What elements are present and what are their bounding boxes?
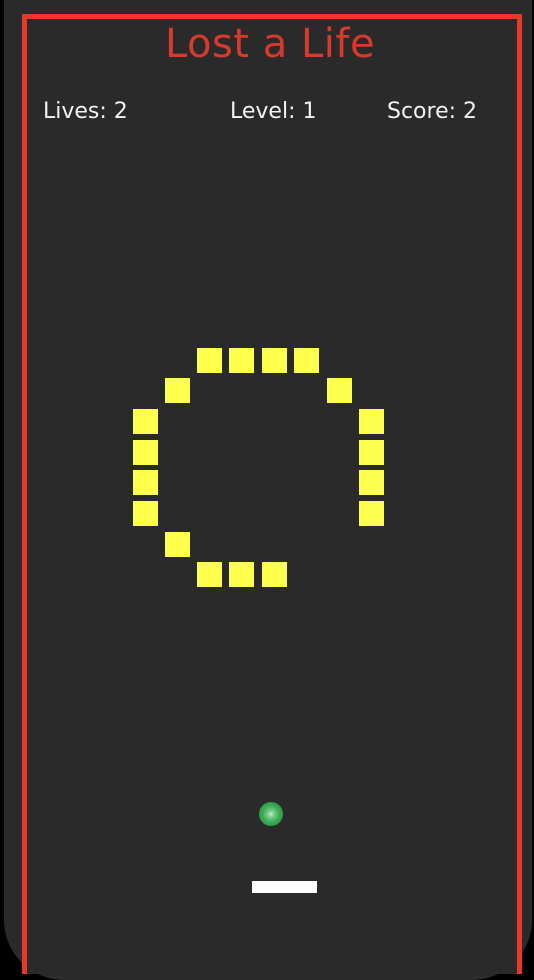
brick <box>165 532 190 557</box>
lives-counter: Lives: 2 <box>43 99 128 124</box>
brick <box>359 409 384 434</box>
device-frame: Lost a Life Lives: 2 Level: 1 Score: 2 <box>0 0 534 980</box>
brick <box>359 440 384 465</box>
brick <box>327 378 352 403</box>
game-field[interactable] <box>22 14 522 974</box>
brick <box>197 348 222 373</box>
level-indicator: Level: 1 <box>230 99 317 124</box>
ball <box>259 802 283 826</box>
brick <box>133 440 158 465</box>
brick <box>133 501 158 526</box>
brick <box>229 348 254 373</box>
status-message: Lost a Life <box>164 21 376 67</box>
paddle[interactable] <box>252 881 317 893</box>
brick <box>262 348 287 373</box>
brick <box>262 562 287 587</box>
brick <box>165 378 190 403</box>
brick <box>133 409 158 434</box>
brick <box>133 470 158 495</box>
brick <box>359 501 384 526</box>
brick <box>229 562 254 587</box>
brick <box>197 562 222 587</box>
brick <box>359 470 384 495</box>
score-counter: Score: 2 <box>387 99 478 124</box>
brick <box>294 348 319 373</box>
